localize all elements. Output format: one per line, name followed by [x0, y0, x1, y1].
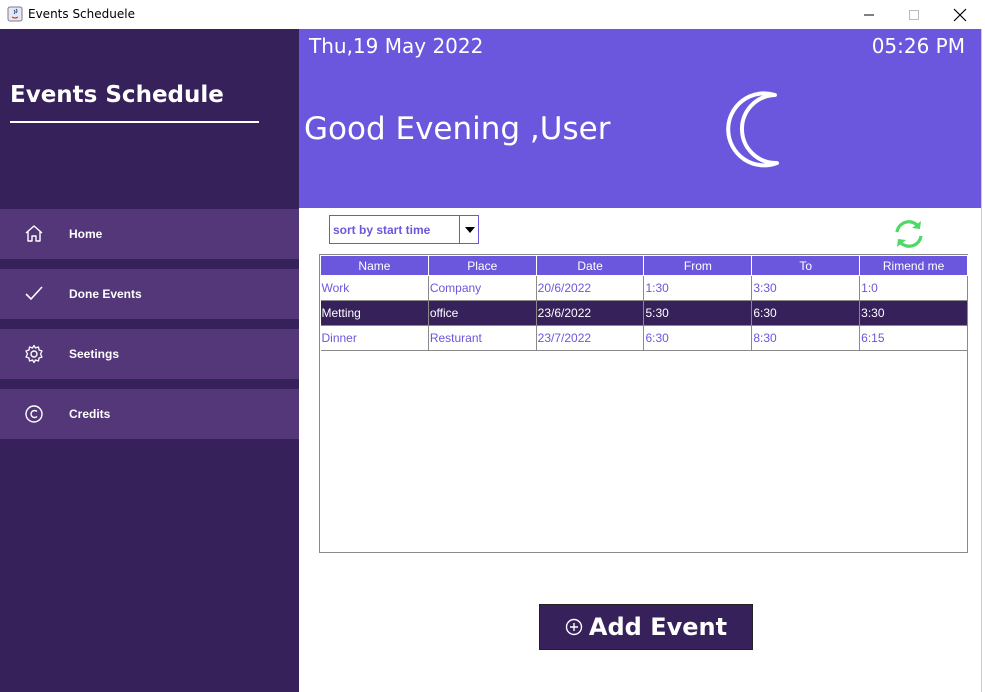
- column-header-remind-me[interactable]: Rimend me: [859, 255, 968, 276]
- table-row[interactable]: Dinner Resturant 23/7/2022 6:30 8:30 6:1…: [320, 325, 968, 351]
- table-header-row: Name Place Date From To Rimend me: [320, 255, 968, 276]
- cell-from[interactable]: 5:30: [643, 300, 753, 326]
- cell-to[interactable]: 3:30: [751, 275, 861, 301]
- cell-date[interactable]: 23/7/2022: [536, 325, 645, 351]
- column-header-from[interactable]: From: [643, 255, 753, 276]
- cell-remind[interactable]: 1:0: [859, 275, 968, 301]
- sidebar-item-label: Seetings: [69, 347, 120, 361]
- column-header-to[interactable]: To: [751, 255, 861, 276]
- column-header-place[interactable]: Place: [427, 255, 537, 276]
- maximize-icon: [909, 9, 919, 20]
- sidebar-item-done-events[interactable]: Done Events: [0, 269, 299, 319]
- cell-remind[interactable]: 3:30: [859, 300, 968, 326]
- java-app-icon: [7, 6, 23, 22]
- cell-to[interactable]: 8:30: [751, 325, 861, 351]
- moon-icon: [726, 91, 779, 168]
- current-time: 05:26 PM: [871, 34, 965, 58]
- window-right-border: [981, 29, 985, 692]
- sidebar-item-label: Done Events: [69, 287, 142, 301]
- current-date: Thu,19 May 2022: [309, 34, 484, 58]
- add-event-button[interactable]: Add Event: [539, 604, 753, 650]
- cell-from[interactable]: 1:30: [643, 275, 753, 301]
- check-icon: [25, 286, 43, 301]
- gear-icon: [25, 344, 43, 364]
- close-button[interactable]: [937, 0, 983, 29]
- cell-place[interactable]: Resturant: [428, 325, 537, 351]
- sidebar-item-credits[interactable]: Credits: [0, 389, 299, 439]
- cell-name[interactable]: Dinner: [320, 325, 429, 351]
- cell-date[interactable]: 23/6/2022: [536, 300, 645, 326]
- add-event-label: Add Event: [588, 613, 728, 641]
- maximize-button[interactable]: [891, 0, 937, 29]
- table-row[interactable]: Work Company 20/6/2022 1:30 3:30 1:0: [320, 275, 968, 301]
- cell-name[interactable]: Metting: [320, 300, 429, 326]
- window-titlebar: Events Scheduele: [0, 0, 985, 29]
- dropdown-toggle[interactable]: [459, 216, 479, 243]
- cell-remind[interactable]: 6:15: [859, 325, 968, 351]
- header-banner: Thu,19 May 2022 05:26 PM Good Evening ,U…: [299, 29, 981, 208]
- sidebar-item-home[interactable]: Home: [0, 209, 299, 259]
- table-row-selected[interactable]: Metting office 23/6/2022 5:30 6:30 3:30: [320, 300, 968, 326]
- cell-place[interactable]: Company: [428, 275, 537, 301]
- minimize-button[interactable]: [846, 0, 892, 29]
- home-icon: [25, 225, 43, 242]
- cell-name[interactable]: Work: [320, 275, 429, 301]
- refresh-icon[interactable]: [892, 217, 926, 251]
- column-header-date[interactable]: Date: [535, 255, 645, 276]
- copyright-icon: [25, 405, 43, 423]
- cell-to[interactable]: 6:30: [751, 300, 861, 326]
- sort-selected-value: sort by start time: [333, 223, 431, 237]
- close-icon: [953, 8, 967, 21]
- caret-down-icon: [464, 226, 475, 233]
- sidebar: Events Schedule Home Done Events Seeting…: [0, 29, 299, 692]
- sidebar-item-label: Home: [69, 227, 103, 241]
- plus-circle-icon: [565, 618, 583, 636]
- sort-dropdown[interactable]: sort by start time: [329, 215, 479, 244]
- sidebar-item-settings[interactable]: Seetings: [0, 329, 299, 379]
- minimize-icon: [864, 14, 874, 15]
- events-table[interactable]: Name Place Date From To Rimend me Work C…: [319, 254, 968, 553]
- column-header-name[interactable]: Name: [320, 255, 429, 276]
- cell-place[interactable]: office: [428, 300, 537, 326]
- greeting-text: Good Evening ,User: [304, 111, 611, 147]
- sidebar-item-label: Credits: [69, 407, 111, 421]
- brand-title: Events Schedule: [10, 82, 224, 108]
- window-title: Events Scheduele: [28, 7, 135, 21]
- cell-date[interactable]: 20/6/2022: [536, 275, 645, 301]
- brand-underline: [10, 121, 259, 123]
- cell-from[interactable]: 6:30: [643, 325, 753, 351]
